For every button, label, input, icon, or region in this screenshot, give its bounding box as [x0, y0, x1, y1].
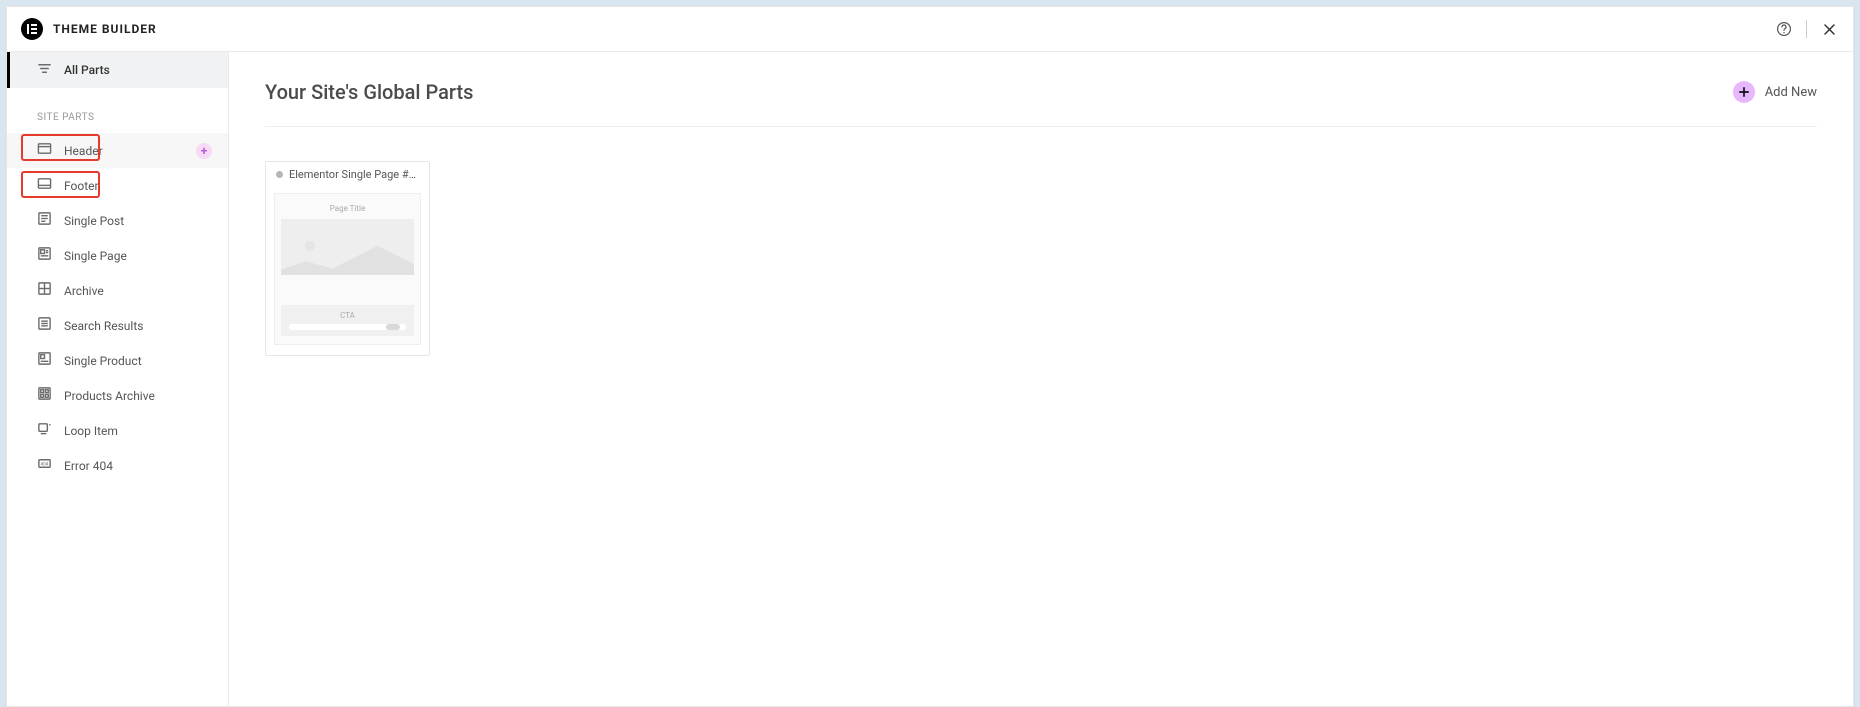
add-new-label: Add New: [1765, 85, 1817, 100]
svg-text:404: 404: [41, 461, 49, 467]
close-icon[interactable]: [1819, 19, 1839, 39]
post-icon: [37, 211, 52, 230]
elementor-logo-icon: [21, 18, 43, 40]
product-icon: [37, 351, 52, 370]
sidebar-item-label: All Parts: [64, 63, 110, 77]
sidebar-item-label: Footer: [64, 179, 99, 193]
theme-builder-app: THEME BUILDER All Parts SITE: [6, 6, 1854, 707]
app-title: THEME BUILDER: [53, 22, 157, 36]
preview-cta-label: CTA: [289, 311, 406, 320]
preview-cta: CTA: [281, 305, 414, 336]
sidebar-item-label: Header: [64, 144, 103, 158]
sidebar-item-label: Search Results: [64, 319, 143, 333]
page-title: Your Site's Global Parts: [265, 80, 473, 104]
sidebar-item-label: Single Page: [64, 249, 127, 263]
topbar: THEME BUILDER: [7, 7, 1853, 52]
sidebar-item-footer[interactable]: Footer: [7, 168, 228, 203]
status-dot-icon: [276, 171, 283, 178]
sidebar-item-all-parts[interactable]: All Parts: [7, 52, 228, 88]
card-header: Elementor Single Page #9…: [266, 162, 429, 187]
add-new-button[interactable]: Add New: [1733, 81, 1817, 103]
plus-icon: [1733, 81, 1755, 103]
topbar-divider: [1806, 20, 1807, 38]
sidebar-section-title: SITE PARTS: [7, 88, 228, 133]
sidebar-item-label: Single Post: [64, 214, 124, 228]
topbar-left: THEME BUILDER: [21, 18, 157, 40]
card-preview: Page Title CTA: [274, 193, 421, 345]
list-filter-icon: [37, 61, 52, 80]
template-card[interactable]: Elementor Single Page #9… Page Title CTA: [265, 161, 430, 356]
sidebar: All Parts SITE PARTS Header +: [7, 52, 229, 706]
help-icon[interactable]: [1774, 19, 1794, 39]
sidebar-item-search-results[interactable]: Search Results: [7, 308, 228, 343]
sidebar-item-label: Archive: [64, 284, 104, 298]
topbar-right: [1774, 19, 1839, 39]
sidebar-item-single-post[interactable]: Single Post: [7, 203, 228, 238]
page-icon: [37, 246, 52, 265]
loop-item-icon: [37, 421, 52, 440]
header-icon: [37, 141, 52, 160]
cards-container: Elementor Single Page #9… Page Title CTA: [265, 161, 1817, 356]
sidebar-item-loop-item[interactable]: Loop Item: [7, 413, 228, 448]
sidebar-item-label: Single Product: [64, 354, 142, 368]
main-header: Your Site's Global Parts Add New: [265, 80, 1817, 127]
body: All Parts SITE PARTS Header +: [7, 52, 1853, 706]
sidebar-item-label: Products Archive: [64, 389, 155, 403]
sidebar-item-products-archive[interactable]: Products Archive: [7, 378, 228, 413]
search-results-icon: [37, 316, 52, 335]
main-content: Your Site's Global Parts Add New Element…: [229, 52, 1853, 706]
sidebar-item-header[interactable]: Header +: [7, 133, 228, 168]
sidebar-item-error-404[interactable]: 404 Error 404: [7, 448, 228, 483]
card-title: Elementor Single Page #9…: [289, 168, 419, 181]
sidebar-item-archive[interactable]: Archive: [7, 273, 228, 308]
archive-icon: [37, 281, 52, 300]
sidebar-item-label: Loop Item: [64, 424, 118, 438]
preview-hero-image: [281, 219, 414, 275]
sidebar-item-single-page[interactable]: Single Page: [7, 238, 228, 273]
site-parts-list: Header + Footer: [7, 133, 228, 483]
preview-page-title: Page Title: [281, 204, 414, 213]
error-404-icon: 404: [37, 456, 52, 475]
add-header-icon[interactable]: +: [196, 143, 212, 159]
products-archive-icon: [37, 386, 52, 405]
footer-icon: [37, 176, 52, 195]
sidebar-item-label: Error 404: [64, 459, 113, 473]
sidebar-item-single-product[interactable]: Single Product: [7, 343, 228, 378]
